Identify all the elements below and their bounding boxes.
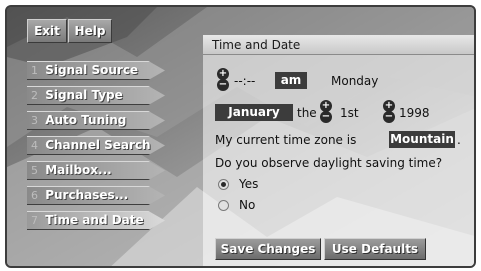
save-changes-button[interactable]: Save Changes [215, 238, 321, 260]
menu-number: 1 [31, 64, 38, 77]
menu-item-signal-type[interactable]: 2 Signal Type [27, 86, 165, 105]
timezone-prompt: My current time zone is [215, 133, 357, 147]
minus-icon[interactable]: − [217, 79, 229, 91]
timezone-field[interactable]: Mountain [389, 131, 455, 148]
menu-number: 5 [31, 164, 38, 177]
menu-label: Channel Search [45, 138, 151, 152]
menu-label: Time and Date [45, 213, 144, 227]
menu-label: Signal Source [45, 63, 139, 77]
menu-label: Purchases... [45, 188, 129, 202]
time-and-date-panel: Time and Date + − --:-- am Monday Januar… [203, 35, 474, 266]
menu-number: 6 [31, 189, 38, 202]
radio-no-label[interactable]: No [239, 198, 255, 212]
panel-title: Time and Date [212, 38, 301, 52]
menu-number: 3 [31, 114, 38, 127]
weekday-text: Monday [331, 74, 379, 88]
the-label: the [297, 106, 317, 120]
menu-label: Mailbox... [45, 163, 112, 177]
ampm-field[interactable]: am [275, 72, 307, 89]
radio-yes[interactable] [218, 179, 229, 190]
menu-label: Auto Tuning [45, 113, 127, 127]
year-value: 1998 [399, 106, 430, 120]
dst-question: Do you observe daylight saving time? [215, 156, 443, 170]
day-value: 1st [340, 106, 359, 120]
tv-screen: Exit Help 1 Signal Source 2 Signal Type … [5, 5, 476, 268]
radio-no[interactable] [218, 200, 229, 211]
use-defaults-button[interactable]: Use Defaults [324, 238, 426, 260]
timezone-suffix: . [457, 133, 461, 147]
minus-icon[interactable]: − [320, 111, 332, 123]
menu-number: 7 [31, 214, 38, 227]
menu-number: 4 [31, 139, 38, 152]
menu-item-auto-tuning[interactable]: 3 Auto Tuning [27, 111, 165, 130]
year-spinner[interactable]: + − [383, 100, 395, 124]
menu-label: Signal Type [45, 88, 123, 102]
menu-item-signal-source[interactable]: 1 Signal Source [27, 61, 165, 80]
day-spinner[interactable]: + − [320, 100, 332, 124]
menu-item-mailbox[interactable]: 5 Mailbox... [27, 161, 165, 180]
time-spinner[interactable]: + − [217, 68, 229, 92]
help-button[interactable]: Help [68, 19, 112, 43]
radio-yes-label[interactable]: Yes [239, 177, 258, 191]
menu-item-channel-search[interactable]: 4 Channel Search [27, 136, 165, 155]
time-value[interactable]: --:-- [234, 74, 255, 88]
panel-title-bar: Time and Date [203, 35, 474, 55]
menu-number: 2 [31, 89, 38, 102]
exit-button[interactable]: Exit [27, 19, 67, 43]
menu-item-time-and-date[interactable]: 7 Time and Date [27, 211, 165, 230]
menu-item-purchases[interactable]: 6 Purchases... [27, 186, 165, 205]
minus-icon[interactable]: − [383, 111, 395, 123]
month-field[interactable]: January [215, 104, 293, 121]
